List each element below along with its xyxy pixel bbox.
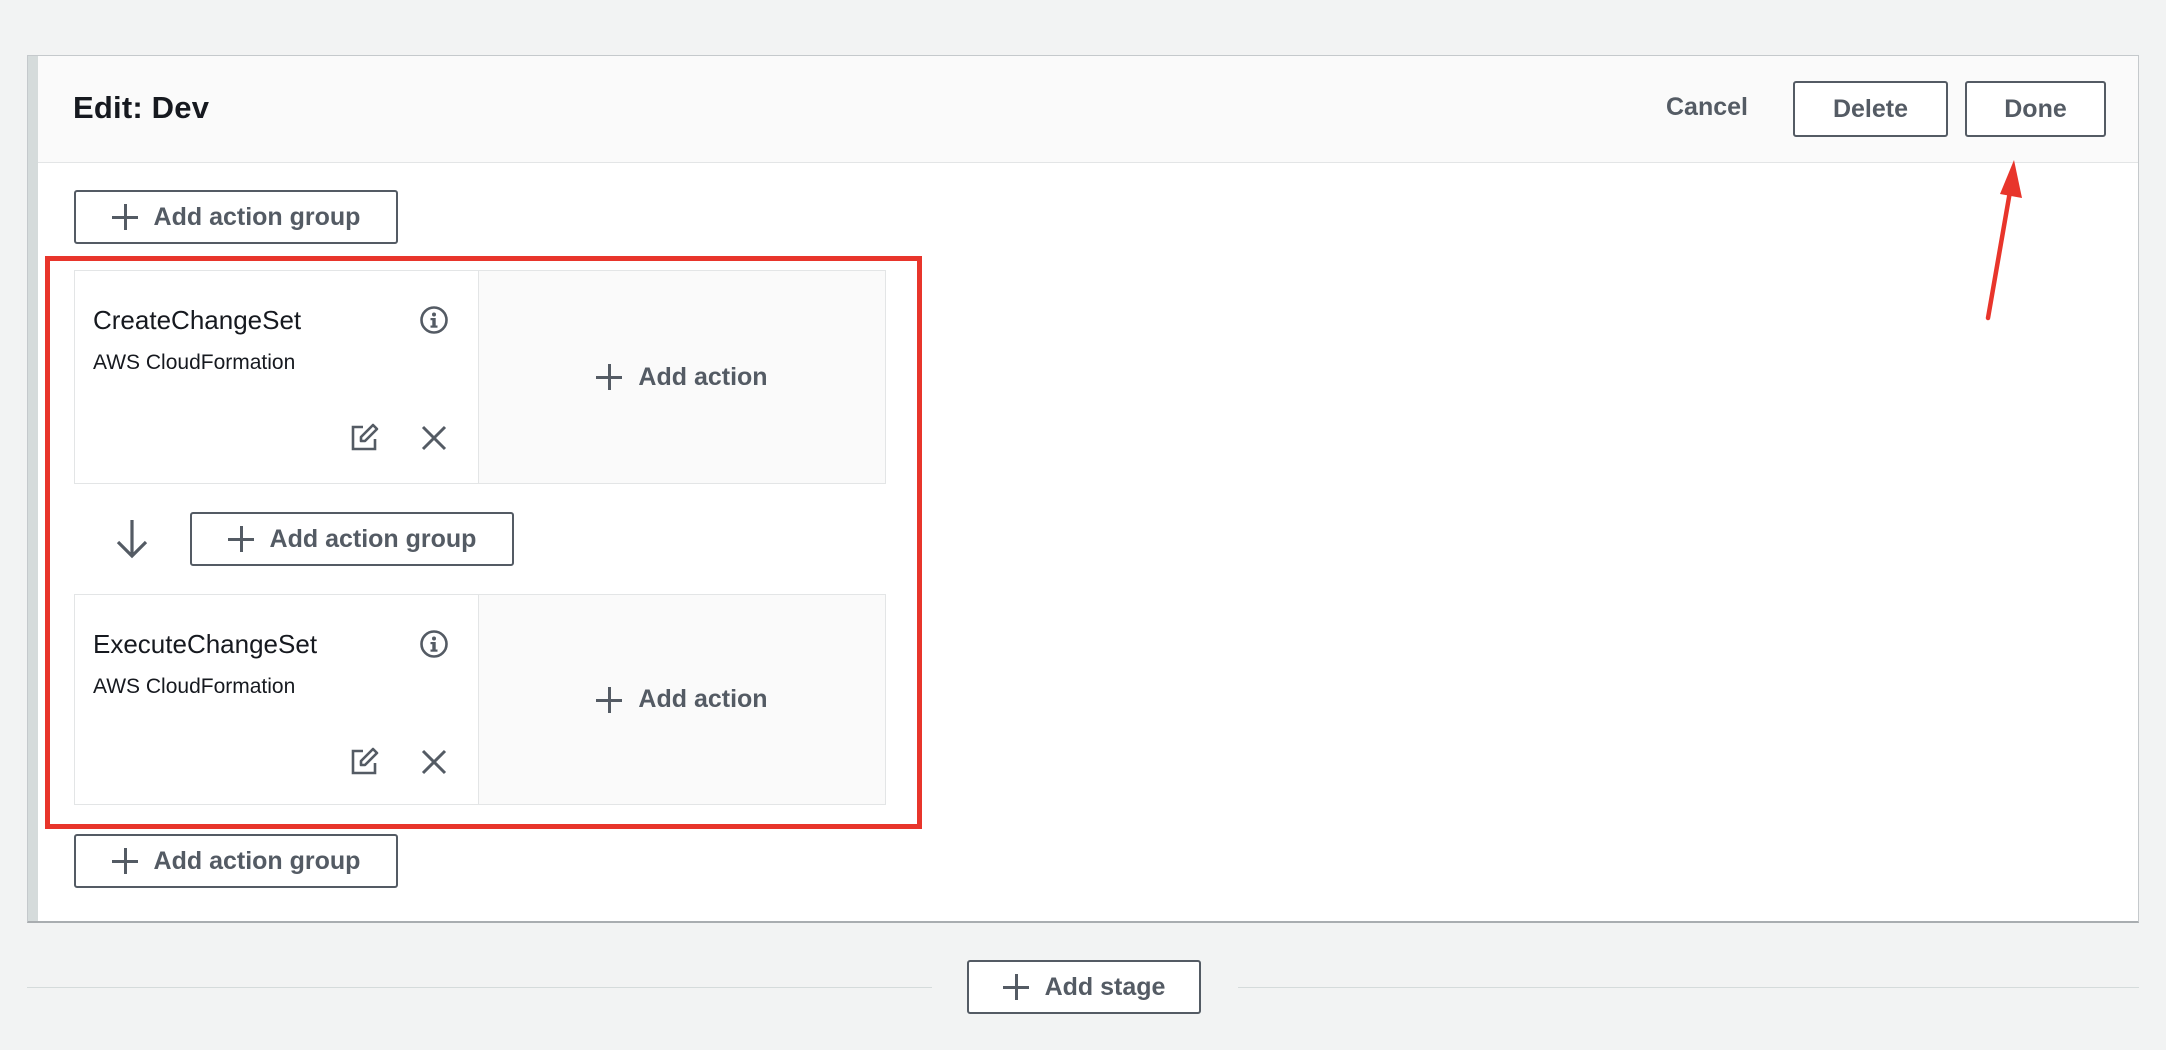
info-icon[interactable] [419, 305, 449, 335]
action-provider: AWS CloudFormation [93, 351, 296, 374]
plus-icon [596, 686, 623, 713]
action-name[interactable]: ExecuteChangeSet [93, 629, 317, 660]
close-icon[interactable] [419, 747, 449, 777]
add-stage-label: Add stage [1044, 972, 1166, 1001]
delete-button[interactable]: Delete [1793, 81, 1948, 137]
edit-icon[interactable] [349, 747, 379, 777]
add-action-button[interactable]: Add action [479, 271, 885, 483]
plus-icon [111, 204, 138, 230]
close-icon[interactable] [419, 423, 449, 453]
divider-right [1238, 987, 2139, 988]
done-button[interactable]: Done [1965, 81, 2106, 137]
delete-button-label: Delete [1832, 94, 1909, 123]
action-name[interactable]: CreateChangeSet [93, 305, 301, 336]
add-stage-button[interactable]: Add stage [967, 960, 1201, 1014]
add-action-group-label: Add action group [153, 846, 361, 875]
plus-icon [227, 526, 254, 552]
annotation-arrow-icon [1985, 160, 2022, 321]
action-provider: AWS CloudFormation [93, 675, 296, 698]
add-action-group-label: Add action group [269, 524, 477, 553]
action-card[interactable]: ExecuteChangeSet AWS CloudFormation [75, 595, 479, 804]
add-action-group-button-middle[interactable]: Add action group [190, 512, 514, 566]
add-action-label: Add action [638, 362, 768, 391]
plus-icon [111, 848, 138, 874]
stage-left-bar [28, 56, 38, 921]
stage-title: Edit: Dev [73, 90, 210, 125]
add-action-button[interactable]: Add action [479, 595, 885, 804]
plus-icon [1002, 974, 1029, 1000]
add-action-group-button-top[interactable]: Add action group [74, 190, 398, 244]
add-action-group-button-bottom[interactable]: Add action group [74, 834, 398, 888]
stage-header: Edit: Dev Cancel Delete Done [38, 56, 2138, 163]
done-button-label: Done [2004, 94, 2067, 123]
arrow-down-icon [116, 520, 148, 559]
divider-left [27, 987, 932, 988]
plus-icon [596, 364, 623, 390]
action-group-execute-change-set: ExecuteChangeSet AWS CloudFormation Add … [74, 594, 886, 805]
action-card[interactable]: CreateChangeSet AWS CloudFormation [75, 271, 479, 483]
add-action-group-label: Add action group [153, 202, 361, 231]
edit-icon[interactable] [349, 423, 379, 453]
add-action-label: Add action [638, 685, 768, 713]
action-group-create-change-set: CreateChangeSet AWS CloudFormation Add a… [74, 270, 886, 484]
cancel-button[interactable]: Cancel [1666, 93, 1748, 122]
info-icon[interactable] [419, 629, 449, 659]
